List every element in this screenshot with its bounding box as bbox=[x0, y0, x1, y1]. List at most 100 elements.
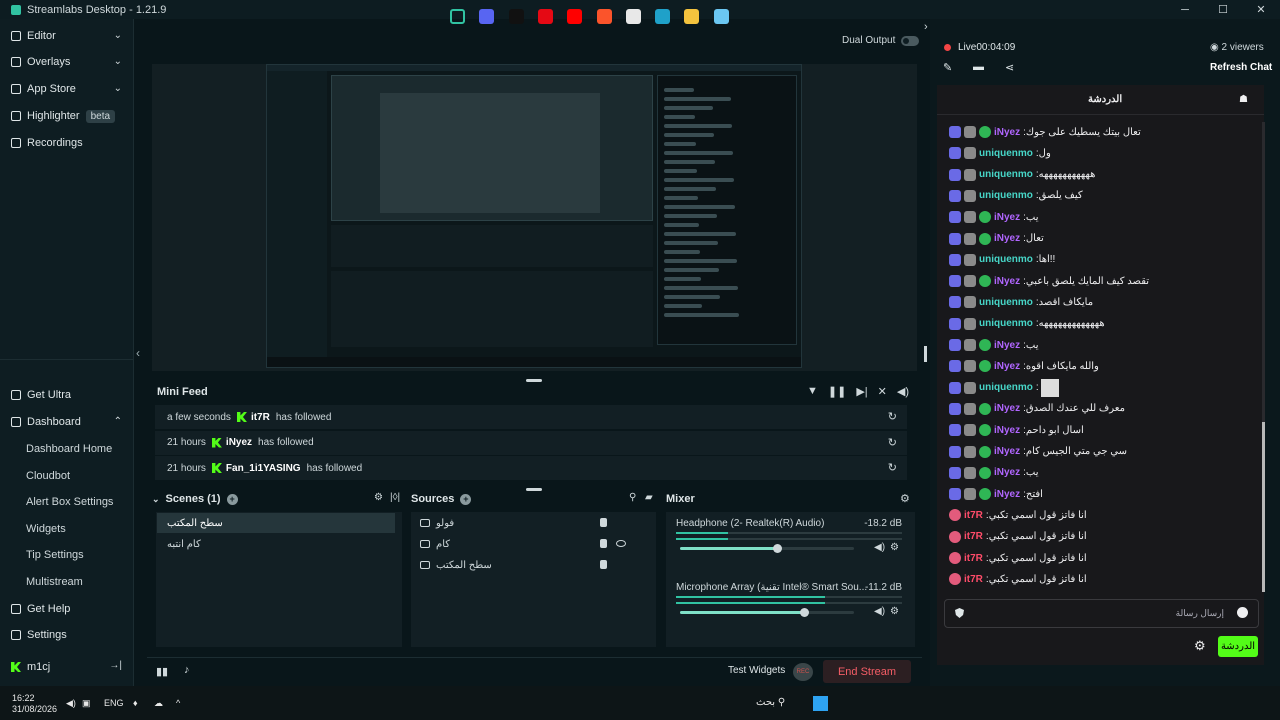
chat-username[interactable]: iNyez bbox=[994, 127, 1020, 138]
dual-output-toggle[interactable] bbox=[901, 35, 920, 46]
chat-username[interactable]: it7R bbox=[964, 510, 983, 521]
discord-app-icon[interactable] bbox=[479, 9, 495, 24]
sidebar-item-settings[interactable]: Settings bbox=[0, 622, 134, 648]
sidebar-item-overlays[interactable]: Overlays ⌄ bbox=[0, 49, 134, 75]
cloud-tray-icon[interactable]: ☁ bbox=[154, 698, 163, 709]
gear-icon[interactable]: ⚙ bbox=[890, 542, 899, 553]
taskbar-search[interactable]: بحث ⚲ bbox=[756, 697, 785, 708]
chat-users-icon[interactable]: ☗ bbox=[1239, 94, 1248, 105]
studio-mode-icon[interactable]: |◊| bbox=[390, 492, 400, 503]
chat-username[interactable]: uniquenmo bbox=[979, 190, 1033, 201]
volume-slider-knob[interactable] bbox=[799, 608, 809, 617]
chat-username[interactable]: uniquenmo bbox=[979, 148, 1033, 159]
chat-username[interactable]: uniquenmo bbox=[979, 254, 1033, 265]
store-app-icon[interactable] bbox=[625, 9, 641, 24]
sidebar-item-editor[interactable]: Editor ⌄ bbox=[0, 23, 134, 49]
hidden-eye-icon[interactable] bbox=[616, 540, 626, 547]
streamlabs-app-icon[interactable] bbox=[450, 9, 465, 24]
sidebar-item-tip-settings[interactable]: Tip Settings bbox=[0, 542, 134, 568]
chat-username[interactable]: iNyez bbox=[994, 212, 1020, 223]
filter-icon[interactable]: ▼ bbox=[807, 385, 818, 398]
sidebar-item-multistream[interactable]: Multistream bbox=[0, 569, 134, 595]
chat-username[interactable]: uniquenmo bbox=[979, 169, 1033, 180]
brave-app-icon[interactable] bbox=[596, 9, 612, 24]
resize-handle[interactable] bbox=[924, 346, 927, 362]
sidebar-item-cloudbot[interactable]: Cloudbot bbox=[0, 463, 134, 489]
sidebar-user[interactable]: m1cj →| bbox=[0, 654, 134, 680]
repeat-alert-icon[interactable]: ↻ bbox=[888, 461, 897, 474]
chat-username[interactable]: iNyez bbox=[994, 361, 1020, 372]
add-folder-icon[interactable]: ▰ bbox=[645, 492, 653, 503]
youtube-app-icon[interactable] bbox=[567, 9, 583, 24]
chat-username[interactable]: iNyez bbox=[994, 446, 1020, 457]
edit-stream-icon[interactable]: ✎ bbox=[943, 61, 952, 74]
volume-slider[interactable] bbox=[680, 544, 854, 553]
speaker-icon[interactable]: ◀) bbox=[874, 606, 885, 617]
source-settings-icon[interactable]: ⚲ bbox=[629, 492, 636, 503]
chat-username[interactable]: iNyez bbox=[994, 467, 1020, 478]
chat-settings-icon[interactable]: ⚙ bbox=[1194, 638, 1206, 654]
repeat-alert-icon[interactable]: ↻ bbox=[888, 436, 897, 449]
chat-send-button[interactable]: الدردشة bbox=[1218, 636, 1258, 657]
network-tray-icon[interactable]: ▣ bbox=[82, 698, 91, 709]
transition-icon[interactable]: ⚙ bbox=[374, 492, 383, 503]
collapse-icon[interactable]: ⌄ bbox=[152, 494, 160, 505]
maximize-button[interactable]: ☐ bbox=[1204, 0, 1242, 19]
speaker-icon[interactable]: ◀) bbox=[874, 542, 885, 553]
taskbar-clock[interactable]: 16:22 31/08/2026 bbox=[12, 693, 57, 715]
sidebar-item-get-help[interactable]: Get Help bbox=[0, 596, 134, 622]
chat-username[interactable]: iNyez bbox=[994, 403, 1020, 414]
emoji-icon[interactable] bbox=[1237, 607, 1248, 618]
mute-alerts-icon[interactable]: ✕ bbox=[878, 385, 887, 398]
source-item[interactable]: سطح المكتب bbox=[416, 555, 656, 575]
photos-app-icon[interactable] bbox=[713, 9, 729, 24]
windows-start-icon[interactable] bbox=[813, 696, 828, 711]
logout-icon[interactable]: →| bbox=[109, 660, 122, 671]
chat-username[interactable]: it7R bbox=[964, 553, 983, 564]
scene-item[interactable]: سطح المكتب bbox=[157, 513, 395, 533]
lock-icon[interactable] bbox=[600, 560, 607, 569]
edge-app-icon[interactable] bbox=[655, 9, 671, 24]
chat-scrollbar[interactable] bbox=[1262, 122, 1265, 592]
sidebar-item-dashboard-home[interactable]: Dashboard Home bbox=[0, 436, 134, 462]
chat-username[interactable]: iNyez bbox=[994, 276, 1020, 287]
tray-expand-icon[interactable]: ^ bbox=[176, 698, 180, 708]
chat-username[interactable]: uniquenmo bbox=[979, 297, 1033, 308]
chat-username[interactable]: iNyez bbox=[994, 425, 1020, 436]
explorer-app-icon[interactable] bbox=[684, 9, 700, 24]
minimize-button[interactable]: ─ bbox=[1166, 0, 1204, 19]
sidebar-item-alert-box-settings[interactable]: Alert Box Settings bbox=[0, 489, 134, 515]
refresh-chat-button[interactable]: Refresh Chat bbox=[1210, 62, 1272, 73]
gear-icon[interactable]: ⚙ bbox=[890, 606, 899, 617]
chat-input[interactable]: إرسال رسالة bbox=[944, 599, 1259, 628]
sidebar-item-recordings[interactable]: Recordings bbox=[0, 130, 134, 156]
language-indicator[interactable]: ENG bbox=[104, 698, 124, 708]
chat-username[interactable]: uniquenmo bbox=[979, 382, 1033, 393]
chat-username[interactable]: uniquenmo bbox=[979, 318, 1033, 329]
close-button[interactable]: ✕ bbox=[1242, 0, 1280, 19]
lock-icon[interactable] bbox=[600, 539, 607, 548]
sidebar-item-highlighter[interactable]: Highlighter beta bbox=[0, 103, 134, 129]
mixer-settings-icon[interactable]: ⚙ bbox=[900, 492, 910, 505]
scene-item[interactable]: كام انتبه bbox=[157, 534, 395, 554]
sidebar-item-get-ultra[interactable]: Get Ultra bbox=[0, 382, 134, 408]
add-scene-button[interactable]: + bbox=[226, 493, 238, 505]
netflix-app-icon[interactable] bbox=[537, 9, 553, 24]
source-item[interactable]: كام bbox=[416, 534, 656, 554]
chat-username[interactable]: iNyez bbox=[994, 489, 1020, 500]
chat-username[interactable]: iNyez bbox=[994, 233, 1020, 244]
tiktok-app-icon[interactable] bbox=[508, 9, 524, 24]
lock-icon[interactable] bbox=[600, 518, 607, 527]
test-widgets-button[interactable]: Test Widgets bbox=[728, 665, 785, 676]
performance-icon[interactable]: ▮▮ bbox=[156, 665, 168, 678]
volume-slider[interactable] bbox=[680, 608, 854, 617]
chat-username[interactable]: it7R bbox=[964, 574, 983, 585]
record-button[interactable]: REC bbox=[793, 663, 813, 681]
end-stream-button[interactable]: End Stream bbox=[823, 660, 911, 683]
add-source-button[interactable]: + bbox=[460, 493, 472, 505]
chat-username[interactable]: it7R bbox=[964, 531, 983, 542]
drag-handle-icon[interactable] bbox=[526, 488, 542, 491]
pause-icon[interactable]: ❚❚ bbox=[828, 385, 846, 398]
folder-icon[interactable]: ▬ bbox=[973, 61, 984, 73]
collapse-sidebar-icon[interactable]: ‹ bbox=[136, 346, 140, 360]
